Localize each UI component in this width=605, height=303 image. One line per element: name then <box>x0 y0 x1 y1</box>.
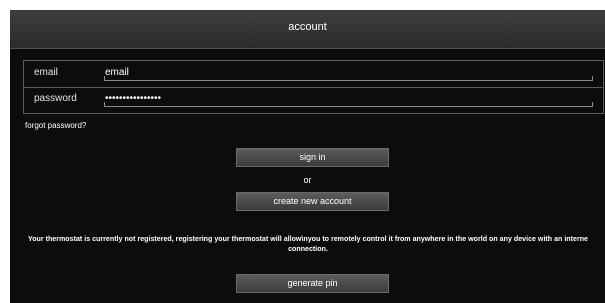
notice-line-2: connection. <box>288 245 328 253</box>
generate-pin-button[interactable]: generate pin <box>236 274 389 293</box>
account-window: account email password forgot password? … <box>10 10 605 303</box>
forgot-password-link[interactable]: forgot password? <box>25 121 86 130</box>
create-account-button[interactable]: create new account <box>236 192 389 211</box>
header-bar: account <box>10 10 605 49</box>
email-row: email <box>24 61 603 88</box>
password-row: password <box>24 87 603 113</box>
email-label: email <box>34 67 58 78</box>
registration-notice: Your thermostat is currently not registe… <box>10 234 605 254</box>
email-field-left-tick <box>104 76 105 81</box>
password-field-right-tick <box>592 102 593 107</box>
password-field-left-tick <box>104 102 105 107</box>
email-field[interactable] <box>104 64 593 81</box>
sign-in-button[interactable]: sign in <box>236 148 389 167</box>
email-field-right-tick <box>592 76 593 81</box>
page-title: account <box>288 21 327 33</box>
password-field[interactable] <box>104 90 593 107</box>
or-separator: or <box>303 175 312 185</box>
login-form: email password <box>23 60 604 114</box>
password-label: password <box>34 93 77 104</box>
notice-line-1: Your thermostat is currently not registe… <box>28 235 588 243</box>
